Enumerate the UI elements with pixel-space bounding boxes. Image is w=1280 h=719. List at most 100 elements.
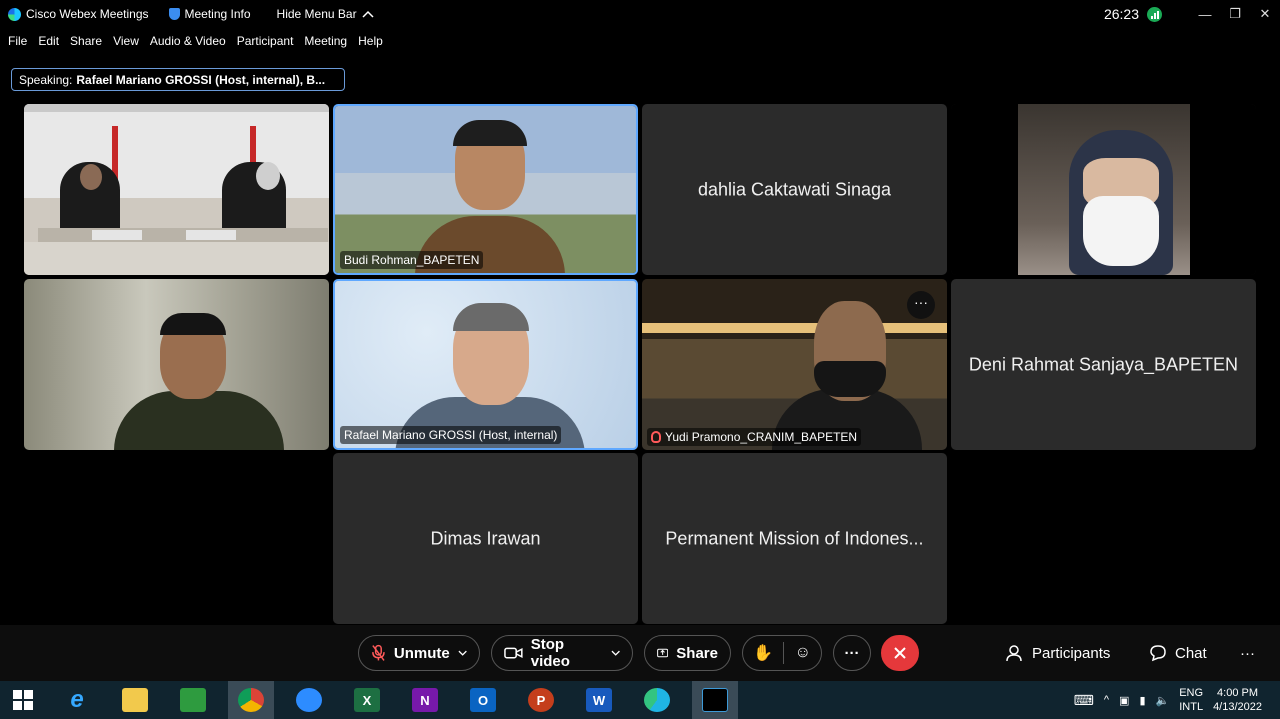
avatar-tile-permanent-mission[interactable]: Permanent Mission of Indones... [642,453,947,624]
webex-logo-icon [8,7,21,21]
powerpoint-icon: P [528,688,554,712]
taskbar-clock[interactable]: 4:00 PM 4/13/2022 [1213,686,1262,714]
taskbar-powerpoint[interactable]: P [518,681,564,719]
taskbar-webex[interactable] [692,681,738,719]
menu-file[interactable]: File [8,34,27,48]
participant-video [951,104,1256,275]
hide-menu-label: Hide Menu Bar [276,7,357,21]
store-icon [180,688,206,712]
chevron-up-icon[interactable]: ^ [1104,694,1109,706]
panel-more-button[interactable]: ··· [1240,635,1255,671]
video-tile-yudi-pramono[interactable]: ··· Yudi Pramono_CRANIM_BAPETEN [642,279,947,450]
menu-view[interactable]: View [113,34,139,48]
video-tile-rafael-grossi[interactable]: Rafael Mariano GROSSI (Host, internal) [333,279,638,450]
share-screen-icon [657,648,669,658]
clock-date: 4/13/2022 [1213,701,1262,713]
title-bar: Cisco Webex Meetings Meeting Info Hide M… [0,0,1280,28]
avatar-tile-deni[interactable]: Deni Rahmat Sanjaya_BAPETEN [951,279,1256,450]
minimize-button[interactable]: — [1190,7,1220,22]
taskbar-edge[interactable] [634,681,680,719]
taskbar-outlook[interactable]: O [460,681,506,719]
system-tray: ⌨ ^ ▣ ▮ 🔈 ENG INTL 4:00 PM 4/13/2022 [1074,681,1280,719]
end-meeting-button[interactable] [881,635,919,671]
chat-button[interactable]: Chat [1149,635,1207,671]
menu-share[interactable]: Share [70,34,102,48]
muted-mic-icon [651,431,661,443]
more-horizontal-icon: ··· [1240,644,1255,662]
participant-video [335,106,636,273]
taskbar-onenote[interactable]: N [402,681,448,719]
start-button[interactable] [0,681,46,719]
menu-participant[interactable]: Participant [237,34,294,48]
meeting-info-label: Meeting Info [184,7,251,21]
folder-icon [122,688,148,712]
zoom-icon [296,688,322,712]
antivirus-icon[interactable]: ▣ [1119,694,1129,707]
network-signal-icon[interactable] [1147,6,1162,22]
participant-name-text: dahlia Caktawati Sinaga [697,179,892,199]
stop-video-button[interactable]: Stop video [491,635,633,671]
share-button[interactable]: Share [644,635,731,671]
participant-name-text: Rafael Mariano GROSSI (Host, internal) [344,428,558,442]
excel-icon: X [354,688,380,712]
participants-button[interactable]: Participants [1006,635,1110,671]
volume-icon[interactable]: 🔈 [1156,694,1170,707]
clock-time: 4:00 PM [1217,687,1259,699]
more-options-icon[interactable]: ··· [907,291,935,319]
participant-name-label: Rafael Mariano GROSSI (Host, internal) [340,426,562,444]
app-title: Cisco Webex Meetings [8,7,149,21]
menu-bar: File Edit Share View Audio & Video Parti… [0,30,386,52]
meeting-controls-bar: Unmute Stop video Share ✋ ☺ ··· Particip… [0,625,1280,681]
participant-name-text: Yudi Pramono_CRANIM_BAPETEN [665,430,858,444]
avatar-tile-dahlia[interactable]: dahlia Caktawati Sinaga [642,104,947,275]
chat-label: Chat [1175,644,1207,662]
taskbar-word[interactable]: W [576,681,622,719]
microphone-muted-icon [372,644,385,661]
unmute-button[interactable]: Unmute [358,635,480,671]
taskbar-internet-explorer[interactable]: e [54,681,100,719]
hide-menu-bar-button[interactable]: Hide Menu Bar [277,7,374,21]
menu-edit[interactable]: Edit [38,34,59,48]
close-icon [894,647,906,659]
menu-help[interactable]: Help [358,34,383,48]
participant-name-text: Budi Rohman_BAPETEN [344,253,480,267]
raise-hand-icon[interactable]: ✋ [753,643,773,663]
menu-meeting[interactable]: Meeting [304,34,347,48]
participant-name-text: Permanent Mission of Indones... [665,528,924,548]
taskbar-excel[interactable]: X [344,681,390,719]
menu-audio-video[interactable]: Audio & Video [150,34,226,48]
reactions-emoji-icon[interactable]: ☺ [795,644,811,662]
restore-button[interactable]: ❐ [1220,6,1250,22]
avatar-tile-dimas[interactable]: Dimas Irawan [333,453,638,624]
participant-video [335,281,636,448]
participant-name-label: Budi Rohman_BAPETEN [340,251,484,269]
video-tile-hijab-participant[interactable] [951,104,1256,275]
outlook-icon: O [470,688,496,712]
taskbar-store[interactable] [170,681,216,719]
shield-icon [168,8,180,20]
taskbar-chrome[interactable] [228,681,274,719]
video-camera-icon [504,647,523,659]
speaking-prefix: Speaking: [19,72,73,87]
meeting-info-button[interactable]: Meeting Info [168,7,251,21]
video-tile-conference-room[interactable] [24,104,329,275]
touch-keyboard-icon[interactable]: ⌨ [1074,692,1094,709]
taskbar-file-explorer[interactable] [112,681,158,719]
participants-label: Participants [1032,644,1111,662]
chevron-up-icon [362,10,374,18]
edge-icon [644,688,670,712]
close-window-button[interactable]: ✕ [1250,6,1280,22]
chrome-icon [238,688,264,712]
taskbar-zoom[interactable] [286,681,332,719]
app-name: Cisco Webex Meetings [26,7,149,21]
language-indicator[interactable]: ENG INTL [1179,686,1203,714]
participant-name-label: Yudi Pramono_CRANIM_BAPETEN [647,428,862,446]
participant-video [642,279,947,450]
reactions-group: ✋ ☺ [742,635,822,671]
video-tile-budi-rohman[interactable]: Budi Rohman_BAPETEN [333,104,638,275]
network-icon[interactable]: ▮ [1139,694,1145,707]
more-options-button[interactable]: ··· [833,635,871,671]
video-tile-man-suit[interactable] [24,279,329,450]
internet-explorer-icon: e [70,686,84,713]
chevron-down-icon [611,650,620,656]
